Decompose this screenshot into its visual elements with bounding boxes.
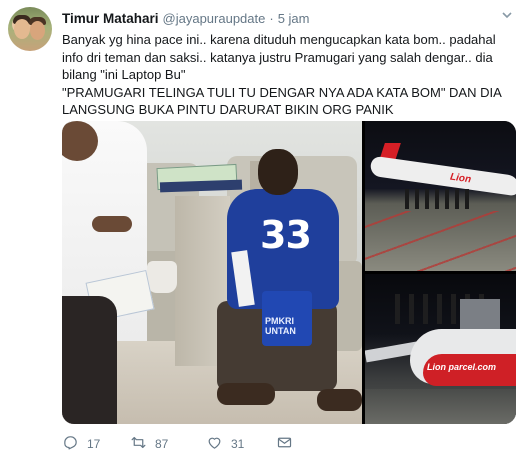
photo-sandal-left — [217, 383, 275, 405]
photo-tote-text: PMKRI UNTAN — [265, 316, 296, 336]
tweet-header: Timur Matahari @jayapuraupdate · 5 jam — [62, 9, 310, 27]
author-name[interactable]: Timur Matahari — [62, 11, 159, 26]
author-handle[interactable]: @jayapuraupdate — [163, 11, 266, 26]
photo-passengers — [405, 189, 475, 209]
photo-ground — [365, 389, 516, 424]
envelope-icon — [276, 434, 293, 454]
photo-plane-closeup[interactable]: Lion parcel.com — [365, 274, 516, 424]
photo-plastic-bag — [147, 261, 177, 293]
direct-message-button[interactable] — [276, 434, 296, 454]
author-avatar[interactable] — [8, 7, 52, 51]
header-separator: · — [269, 10, 274, 26]
retweet-button[interactable]: 87 — [130, 434, 206, 454]
photo-jersey-number: 33 — [260, 213, 312, 257]
photo-officer-arm — [92, 216, 132, 232]
reply-icon — [62, 434, 79, 454]
photo-man-on-sofa[interactable]: 33 PMKRI UNTAN — [62, 121, 362, 424]
photo-plane-livery-logo: Lion parcel.com — [427, 362, 497, 372]
reply-count: 17 — [87, 437, 101, 451]
chevron-down-icon[interactable] — [500, 9, 514, 23]
retweet-icon — [130, 434, 147, 454]
tweet-text-paragraph-1: Banyak yg hina pace ini.. karena dituduh… — [62, 32, 500, 82]
tweet-timestamp[interactable]: 5 jam — [278, 11, 310, 26]
heart-icon — [206, 434, 223, 454]
like-count: 31 — [231, 437, 245, 451]
avatar-face-left — [14, 19, 30, 39]
tweet-text: Banyak yg hina pace ini.. karena dituduh… — [62, 31, 508, 119]
photo-plane-night-apron[interactable]: Lion — [365, 121, 516, 271]
photo-man-head — [258, 149, 298, 195]
reply-button[interactable]: 17 — [62, 434, 130, 454]
photo-apron-markings — [365, 211, 516, 271]
photo-airstairs — [460, 299, 500, 329]
tweet-media-grid[interactable]: 33 PMKRI UNTAN Lion Lion parcel.com — [62, 121, 516, 424]
tweet-card[interactable]: Timur Matahari @jayapuraupdate · 5 jam B… — [0, 0, 528, 469]
tweet-text-paragraph-2: "PRAMUGARI TELINGA TULI TU DENGAR NYA AD… — [62, 84, 505, 118]
retweet-count: 87 — [155, 437, 169, 451]
tweet-actions: 17 87 31 — [62, 434, 296, 454]
photo-sandal-right — [317, 389, 362, 411]
photo-foreground-person — [62, 296, 117, 424]
avatar-face-right — [30, 21, 45, 40]
like-button[interactable]: 31 — [206, 434, 276, 454]
